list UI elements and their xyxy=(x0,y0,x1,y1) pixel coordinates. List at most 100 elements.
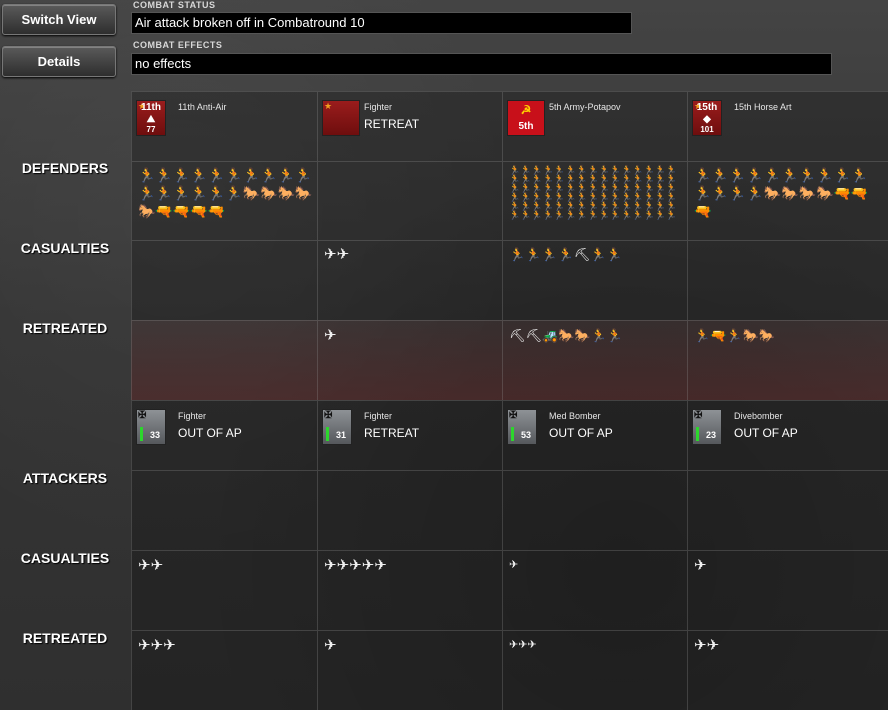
balkenkreuz-icon: ✠ xyxy=(138,410,147,421)
attacker-casualties-1: ✈✈ xyxy=(131,550,317,630)
unit-name: Fighter xyxy=(178,411,207,421)
attacker-retreated-1: ✈✈✈ xyxy=(131,630,317,710)
attacker-retreated-label: RETREATED xyxy=(22,630,108,646)
defender-unit-2[interactable]: ★ Fighter RETREAT xyxy=(317,91,502,161)
unit-strength: 101 xyxy=(700,125,714,134)
bomber-icon: ✈✈✈ xyxy=(509,639,537,651)
unit-name: 11th Anti-Air xyxy=(178,102,227,112)
soldier-icon: ⛏⛏🚜🐎🐎🏃🏃 xyxy=(509,328,623,343)
plane-icon: ✈✈✈✈✈ xyxy=(324,557,387,574)
unit-name: Med Bomber xyxy=(549,411,601,421)
defender-troops-1: 🏃🏃🏃🏃🏃🏃🏃🏃🏃🏃🏃🏃🏃🏃🏃🏃🐎🐎🐎🐎🐎🔫🔫🔫🔫 xyxy=(131,161,317,240)
unit-strength: 31 xyxy=(335,430,346,440)
unit-number: 15th xyxy=(696,102,718,113)
ap-bar xyxy=(696,427,699,441)
attacker-troops-2 xyxy=(317,470,502,550)
artillery-symbol-icon: ◆ xyxy=(703,114,711,125)
attacker-troops-1 xyxy=(131,470,317,550)
unit-counter-icon: ★ 15th ◆ 101 xyxy=(692,100,722,136)
balkenkreuz-icon: ✠ xyxy=(694,410,703,421)
defender-retreated-3: ⛏⛏🚜🐎🐎🏃🏃 xyxy=(502,320,687,400)
attacker-unit-4[interactable]: ✠ 23 Divebomber OUT OF AP xyxy=(687,400,888,470)
unit-name: 15th Horse Art xyxy=(734,102,792,112)
bomber-icon: ✈ xyxy=(509,559,519,571)
soviet-star-icon: ★ xyxy=(324,101,333,111)
defender-casualties-2: ✈✈ xyxy=(317,240,502,320)
details-button[interactable]: Details xyxy=(2,46,116,77)
hammer-sickle-glyph: ☭ xyxy=(520,103,532,117)
ap-bar xyxy=(326,427,329,441)
unit-counter-icon: ✠ 23 xyxy=(692,409,722,445)
defender-retreated-4: 🏃🔫🏃🐎🐎 xyxy=(687,320,888,400)
attacker-retreated-3: ✈✈✈ xyxy=(502,630,687,710)
unit-strength: 77 xyxy=(146,125,156,134)
soldier-icon: 🏃🏃🏃🏃⛏🏃🏃 xyxy=(509,247,623,262)
divebomber-icon: ✈✈ xyxy=(694,637,720,654)
unit-strength: 23 xyxy=(705,430,716,440)
anti-air-symbol-icon: ⛰ xyxy=(146,114,156,125)
unit-name: 5th Army-Potapov xyxy=(549,102,621,112)
attacker-unit-2[interactable]: ✠ 31 Fighter RETREAT xyxy=(317,400,502,470)
unit-counter-icon: ✠ 33 xyxy=(136,409,166,445)
attacker-casualties-3: ✈ xyxy=(502,550,687,630)
defender-retreated-2: ✈ xyxy=(317,320,502,400)
balkenkreuz-icon: ✠ xyxy=(509,410,518,421)
soldier-icon: 🏃🏃🏃🏃🏃🏃🏃🏃🏃🏃🏃🏃🏃🏃🐎🐎🐎🐎🔫🔫🔫 xyxy=(694,167,869,219)
plane-icon: ✈✈✈ xyxy=(138,637,176,654)
balkenkreuz-icon: ✠ xyxy=(324,410,333,421)
unit-status: RETREAT xyxy=(364,117,420,131)
combat-status-field: Air attack broken off in Combatround 10 xyxy=(131,12,632,34)
combat-grid: ★ 11th ⛰ 77 11th Anti-Air ★ Fighter RETR… xyxy=(131,91,888,710)
unit-name: Fighter xyxy=(364,411,393,421)
unit-number: 5th xyxy=(518,121,534,132)
unit-status: OUT OF AP xyxy=(549,426,613,440)
defender-unit-3[interactable]: ☭ 5th 5th Army-Potapov xyxy=(502,91,687,161)
unit-strength: 53 xyxy=(520,430,531,440)
unit-status: RETREAT xyxy=(364,426,420,440)
unit-counter-icon: ★ xyxy=(322,100,360,136)
unit-counter-icon: ★ 11th ⛰ 77 xyxy=(136,100,166,136)
unit-status: OUT OF AP xyxy=(734,426,798,440)
defender-unit-1[interactable]: ★ 11th ⛰ 77 11th Anti-Air xyxy=(131,91,317,161)
defender-troops-2 xyxy=(317,161,502,240)
divebomber-icon: ✈ xyxy=(694,557,707,574)
unit-counter-icon: ✠ 53 xyxy=(507,409,537,445)
defender-casualties-4 xyxy=(687,240,888,320)
defender-troops-4: 🏃🏃🏃🏃🏃🏃🏃🏃🏃🏃🏃🏃🏃🏃🐎🐎🐎🐎🔫🔫🔫 xyxy=(687,161,888,240)
switch-view-button[interactable]: Switch View xyxy=(2,4,116,35)
defender-retreated-1 xyxy=(131,320,317,400)
defender-casualties-3: 🏃🏃🏃🏃⛏🏃🏃 xyxy=(502,240,687,320)
defender-retreated-label: RETREATED xyxy=(22,320,108,336)
ap-bar xyxy=(140,427,143,441)
plane-icon: ✈ xyxy=(324,637,337,654)
ap-bar xyxy=(511,427,514,441)
defenders-label: DEFENDERS xyxy=(21,160,109,176)
attacker-unit-1[interactable]: ✠ 33 Fighter OUT OF AP xyxy=(131,400,317,470)
attacker-casualties-label: CASUALTIES xyxy=(20,550,110,566)
soldier-icon: 🏃🔫🏃🐎🐎 xyxy=(694,328,775,343)
hammer-sickle-icon: ☭ 5th xyxy=(507,100,545,136)
unit-counter-icon: ✠ 31 xyxy=(322,409,352,445)
attacker-retreated-2: ✈ xyxy=(317,630,502,710)
soldier-icon: 🏃🏃🏃🏃🏃🏃🏃🏃🏃🏃🏃🏃🏃🏃🏃🏃🐎🐎🐎🐎🐎🔫🔫🔫🔫 xyxy=(138,167,313,219)
plane-icon: ✈ xyxy=(324,327,337,344)
combat-effects-field: no effects xyxy=(131,53,832,75)
defender-unit-4[interactable]: ★ 15th ◆ 101 15th Horse Art xyxy=(687,91,888,161)
attacker-troops-3 xyxy=(502,470,687,550)
unit-strength: 33 xyxy=(149,430,160,440)
soldier-icon: 🏃🏃🏃🏃🏃🏃🏃🏃🏃🏃🏃🏃🏃🏃🏃🏃🏃🏃🏃🏃🏃🏃🏃🏃🏃🏃🏃🏃🏃🏃🏃🏃🏃🏃🏃🏃🏃🏃🏃🏃… xyxy=(509,165,678,220)
attacker-troops-4 xyxy=(687,470,888,550)
defender-troops-3: 🏃🏃🏃🏃🏃🏃🏃🏃🏃🏃🏃🏃🏃🏃🏃🏃🏃🏃🏃🏃🏃🏃🏃🏃🏃🏃🏃🏃🏃🏃🏃🏃🏃🏃🏃🏃🏃🏃🏃🏃… xyxy=(502,161,687,240)
attackers-label: ATTACKERS xyxy=(22,470,108,486)
unit-name: Divebomber xyxy=(734,411,783,421)
plane-icon: ✈✈ xyxy=(138,557,164,574)
defender-casualties-label: CASUALTIES xyxy=(20,240,110,256)
unit-number: 11th xyxy=(140,102,161,113)
defender-casualties-1 xyxy=(131,240,317,320)
combat-status-label: COMBAT STATUS xyxy=(133,0,216,10)
attacker-unit-3[interactable]: ✠ 53 Med Bomber OUT OF AP xyxy=(502,400,687,470)
attacker-retreated-4: ✈✈ xyxy=(687,630,888,710)
attacker-casualties-4: ✈ xyxy=(687,550,888,630)
plane-icon: ✈✈ xyxy=(324,246,350,263)
attacker-casualties-2: ✈✈✈✈✈ xyxy=(317,550,502,630)
